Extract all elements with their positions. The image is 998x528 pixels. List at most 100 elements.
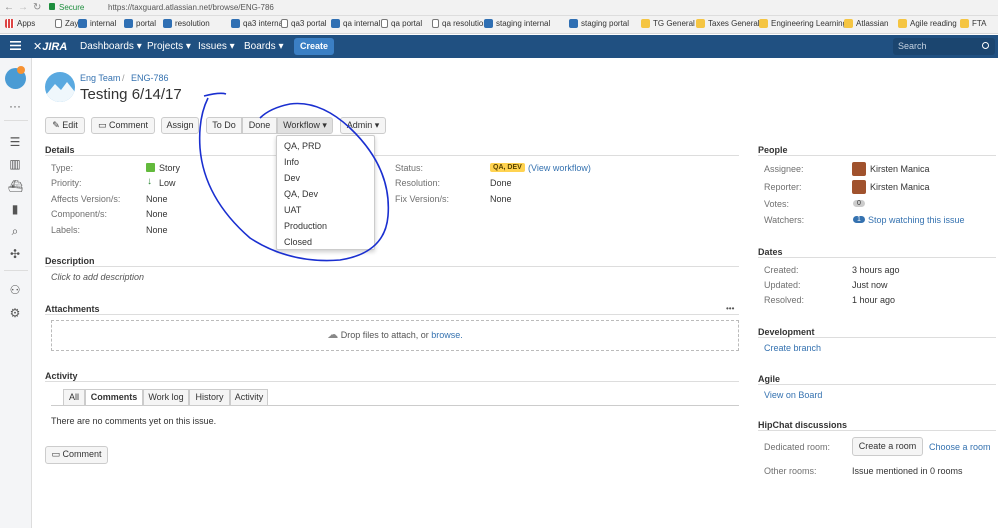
activity-comment-label: Comment (62, 449, 102, 459)
development-heading: Development (758, 327, 815, 337)
votes-badge[interactable]: 0 (853, 200, 865, 207)
tab-comments[interactable]: Comments (85, 389, 143, 406)
activity-comment-button[interactable]: ▭ Comment (45, 446, 108, 464)
app-switcher-icon[interactable] (10, 40, 21, 51)
component-value: None (146, 209, 168, 219)
bookmark-label: qa3 internal (243, 19, 285, 28)
tab-work-log[interactable]: Work log (143, 389, 189, 406)
stop-watching-link[interactable]: Stop watching this issue (868, 215, 965, 225)
bookmark-label: qa internal (343, 19, 381, 28)
search-input[interactable]: Search (893, 38, 995, 55)
issue-title[interactable]: Testing 6/14/17 (80, 86, 182, 103)
reports-icon[interactable]: ▮ (8, 203, 22, 215)
url-text[interactable]: https://taxguard.atlassian.net/browse/EN… (108, 3, 274, 12)
doc-icon (432, 19, 439, 28)
folder-icon (641, 19, 650, 28)
agile-rule (758, 384, 996, 385)
updated-value: Just now (852, 280, 888, 290)
tab-history[interactable]: History (189, 389, 230, 406)
project-avatar-large (45, 72, 75, 102)
bookmark-item[interactable]: staging internal (484, 19, 550, 28)
bookmark-item[interactable]: qa resolution (432, 19, 488, 28)
bookmark-item[interactable]: internal (78, 19, 116, 28)
agile-heading: Agile (758, 374, 781, 384)
votes-label: Votes: (764, 199, 790, 209)
comment-label: Comment (109, 120, 149, 130)
jira-logo[interactable]: ✕JIRA (33, 40, 67, 53)
reload-icon[interactable]: ↻ (33, 2, 41, 13)
releases-icon[interactable]: ⛴ (8, 180, 23, 192)
fix-version-value: None (490, 194, 512, 204)
attachments-rule (45, 314, 739, 315)
bookmark-item[interactable]: FTA (960, 19, 987, 28)
people-rule (758, 155, 996, 156)
bookmark-item[interactable]: TG General (641, 19, 695, 28)
resolution-label: Resolution: (395, 178, 441, 188)
browse-link[interactable]: browse. (431, 330, 463, 340)
nav-dashboards-label: Dashboards (80, 41, 134, 52)
other-rooms-value: Issue mentioned in 0 rooms (852, 466, 963, 476)
dedicated-room-label: Dedicated room: (764, 442, 831, 452)
people-heading: People (758, 145, 788, 155)
choose-room-link[interactable]: Choose a room (929, 442, 991, 452)
bookmark-item[interactable]: resolution (163, 19, 210, 28)
folder-icon (898, 19, 907, 28)
description-placeholder[interactable]: Click to add description (51, 272, 144, 282)
create-room-button[interactable]: Create a room (852, 437, 923, 456)
tab-activity[interactable]: Activity (230, 389, 268, 406)
breadcrumb-issue-key[interactable]: ENG-786 (131, 73, 169, 83)
bookmark-item[interactable]: qa3 portal (281, 19, 327, 28)
priority-low-icon: ↓ (147, 176, 152, 187)
nav-issues[interactable]: Issues ▾ (198, 41, 235, 52)
bookmark-item[interactable]: Atlassian (844, 19, 888, 28)
back-icon[interactable]: ← (4, 2, 14, 13)
bookmark-item[interactable]: Agile reading (898, 19, 957, 28)
settings-icon[interactable]: ⚙ (8, 307, 22, 319)
bookmark-label: Agile reading (910, 19, 957, 28)
nav-dashboards[interactable]: Dashboards ▾ (80, 41, 142, 52)
sidebar-divider-2 (4, 270, 28, 271)
addons-icon[interactable]: ✣ (8, 248, 22, 260)
edit-label: Edit (62, 120, 78, 130)
bookmark-item[interactable]: qa internal (331, 19, 380, 28)
resolved-label: Resolved: (764, 295, 805, 305)
bookmark-item[interactable]: staging portal (569, 19, 629, 28)
add-people-icon[interactable]: ⚇ (8, 284, 22, 296)
lock-icon (49, 3, 55, 10)
view-workflow-link[interactable]: (View workflow) (528, 163, 591, 173)
bookmark-item[interactable]: qa portal (381, 19, 422, 28)
issues-icon[interactable]: ⌕ (8, 225, 22, 237)
bookmark-item[interactable]: portal (124, 19, 156, 28)
forward-icon[interactable]: → (18, 2, 28, 13)
edit-button[interactable]: ✎ Edit (45, 117, 85, 134)
breadcrumb-project[interactable]: Eng Team (80, 73, 120, 83)
bookmark-label: portal (136, 19, 157, 28)
attachment-dropzone[interactable]: ☁ Drop files to attach, or browse. (51, 320, 739, 351)
board-icon[interactable]: ▥ (8, 158, 22, 170)
comment-button[interactable]: ▭ Comment (91, 117, 155, 134)
nav-projects[interactable]: Projects ▾ (147, 41, 191, 52)
create-branch-link[interactable]: Create branch (764, 343, 821, 353)
reporter-value[interactable]: Kirsten Manica (870, 182, 930, 192)
attachments-more-icon[interactable]: ••• (726, 304, 734, 313)
drop-text: Drop files to attach, or (340, 330, 429, 340)
bookmark-item[interactable]: Apps (5, 19, 35, 28)
tab-all[interactable]: All (63, 389, 85, 406)
bookmark-label: qa resolution (442, 19, 488, 28)
bookmark-item[interactable]: Engineering Learning (759, 19, 847, 28)
priority-label: Priority: (51, 178, 82, 188)
more-icon[interactable]: ··· (8, 100, 22, 112)
shield-icon (78, 19, 87, 28)
assignee-label: Assignee: (764, 164, 804, 174)
bookmark-item[interactable]: qa3 internal (231, 19, 285, 28)
nav-boards[interactable]: Boards ▾ (244, 41, 284, 52)
watchers-badge[interactable]: 1 (853, 216, 865, 223)
notification-badge (17, 66, 25, 74)
nav-issues-label: Issues (198, 41, 227, 52)
apps-grid-icon (5, 19, 14, 28)
bookmark-item[interactable]: Taxes General (696, 19, 760, 28)
create-button[interactable]: Create (294, 38, 334, 55)
backlog-icon[interactable]: ☰ (8, 136, 22, 148)
assignee-value[interactable]: Kirsten Manica (870, 164, 930, 174)
view-on-board-link[interactable]: View on Board (764, 390, 822, 400)
